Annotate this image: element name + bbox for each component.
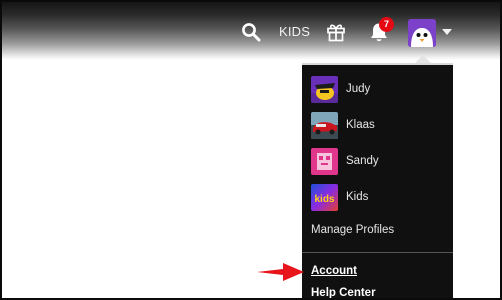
- profile-item-klaas[interactable]: Klaas: [311, 111, 375, 139]
- notification-count-badge: 7: [379, 17, 394, 32]
- red-pointer-arrow-icon: [257, 263, 304, 281]
- manage-profiles-link[interactable]: Manage Profiles: [311, 224, 394, 236]
- penguin-avatar-icon: [408, 19, 436, 47]
- profile-item-judy[interactable]: Judy: [311, 75, 370, 103]
- profile-menu-caret-icon[interactable]: [442, 29, 452, 35]
- profile-dropdown-menu: Judy Klaas Sandy kids Kids Manage Profil…: [302, 63, 453, 298]
- gift-icon[interactable]: [326, 22, 346, 42]
- help-center-link[interactable]: Help Center: [311, 287, 376, 298]
- top-navigation-bar: KIDS 7: [2, 2, 500, 60]
- account-link[interactable]: Account: [311, 265, 357, 277]
- profile-name: Klaas: [346, 119, 375, 131]
- profile-name: Judy: [346, 83, 371, 95]
- kids-avatar-icon: kids: [311, 183, 338, 211]
- kids-link[interactable]: KIDS: [279, 24, 310, 39]
- kids-logo-text: kids: [314, 194, 334, 205]
- search-icon[interactable]: [241, 22, 261, 42]
- menu-pointer-arrow: [415, 55, 431, 63]
- browser-viewport: KIDS 7 Judy Klaas Sandy kids Kids Manage…: [0, 0, 502, 300]
- judy-avatar-icon: [311, 75, 338, 103]
- profile-name: Kids: [346, 191, 369, 203]
- sandy-avatar-icon: [311, 147, 338, 175]
- current-profile-avatar[interactable]: [408, 19, 436, 47]
- menu-divider: [302, 252, 453, 253]
- profile-name: Sandy: [346, 155, 379, 167]
- klaas-avatar-icon: [311, 111, 338, 139]
- profile-item-sandy[interactable]: Sandy: [311, 147, 379, 175]
- profile-item-kids[interactable]: kids Kids: [311, 183, 368, 211]
